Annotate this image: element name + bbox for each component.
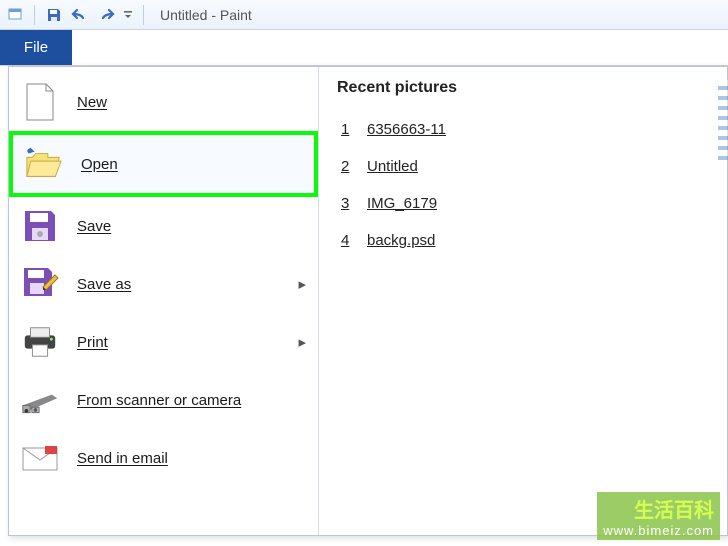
decor bbox=[718, 80, 728, 160]
menu-saveas-label: Save as bbox=[77, 276, 131, 293]
recent-name: 6356663-11 bbox=[367, 121, 446, 138]
file-menu: New Open Save Save as ▸ bbox=[8, 66, 728, 536]
ribbon-tabs: File bbox=[0, 30, 728, 66]
menu-email[interactable]: Send in email bbox=[9, 429, 318, 487]
menu-open-label: Open bbox=[81, 156, 118, 173]
qat-paint-icon[interactable] bbox=[4, 4, 26, 26]
recent-item[interactable]: 2 Untitled bbox=[337, 148, 709, 185]
watermark-url: www.bimeiz.com bbox=[603, 523, 714, 538]
open-icon bbox=[25, 145, 63, 183]
menu-save-label: Save bbox=[77, 218, 111, 235]
watermark-cn: 生活百科 bbox=[603, 494, 714, 523]
menu-new-label: New bbox=[77, 94, 107, 111]
file-menu-left: New Open Save Save as ▸ bbox=[9, 67, 319, 535]
recent-num: 1 bbox=[341, 121, 355, 138]
email-icon bbox=[21, 439, 59, 477]
print-icon bbox=[21, 323, 59, 361]
menu-saveas[interactable]: Save as ▸ bbox=[9, 255, 318, 313]
recent-num: 4 bbox=[341, 232, 355, 249]
save-icon[interactable] bbox=[43, 4, 65, 26]
chevron-right-icon: ▸ bbox=[298, 333, 306, 351]
chevron-right-icon: ▸ bbox=[298, 275, 306, 293]
menu-new[interactable]: New bbox=[9, 73, 318, 131]
save-disk-icon bbox=[21, 207, 59, 245]
divider bbox=[34, 5, 35, 25]
undo-icon[interactable] bbox=[69, 4, 91, 26]
recent-num: 2 bbox=[341, 158, 355, 175]
redo-icon[interactable] bbox=[95, 4, 117, 26]
qat-customize-icon[interactable] bbox=[121, 8, 135, 22]
window-title: Untitled - Paint bbox=[160, 7, 252, 23]
recent-name: IMG_6179 bbox=[367, 195, 437, 212]
menu-print[interactable]: Print ▸ bbox=[9, 313, 318, 371]
menu-scanner-label: From scanner or camera bbox=[77, 392, 241, 409]
recent-item[interactable]: 1 6356663-11 bbox=[337, 111, 709, 148]
new-icon bbox=[21, 83, 59, 121]
recent-panel: Recent pictures 1 6356663-11 2 Untitled … bbox=[319, 67, 727, 535]
app-window: Untitled - Paint File New Open bbox=[0, 0, 728, 546]
saveas-icon bbox=[21, 265, 59, 303]
watermark: 生活百科 www.bimeiz.com bbox=[597, 492, 720, 540]
scanner-icon bbox=[21, 381, 59, 419]
menu-print-label: Print bbox=[77, 334, 108, 351]
divider bbox=[143, 5, 144, 25]
menu-open[interactable]: Open bbox=[9, 131, 318, 197]
file-tab[interactable]: File bbox=[0, 30, 72, 65]
recent-header: Recent pictures bbox=[337, 79, 709, 97]
recent-name: backg.psd bbox=[367, 232, 435, 249]
recent-item[interactable]: 3 IMG_6179 bbox=[337, 185, 709, 222]
menu-email-label: Send in email bbox=[77, 450, 168, 467]
recent-name: Untitled bbox=[367, 158, 418, 175]
menu-save[interactable]: Save bbox=[9, 197, 318, 255]
recent-num: 3 bbox=[341, 195, 355, 212]
recent-item[interactable]: 4 backg.psd bbox=[337, 222, 709, 259]
menu-scanner[interactable]: From scanner or camera bbox=[9, 371, 318, 429]
titlebar: Untitled - Paint bbox=[0, 0, 728, 30]
